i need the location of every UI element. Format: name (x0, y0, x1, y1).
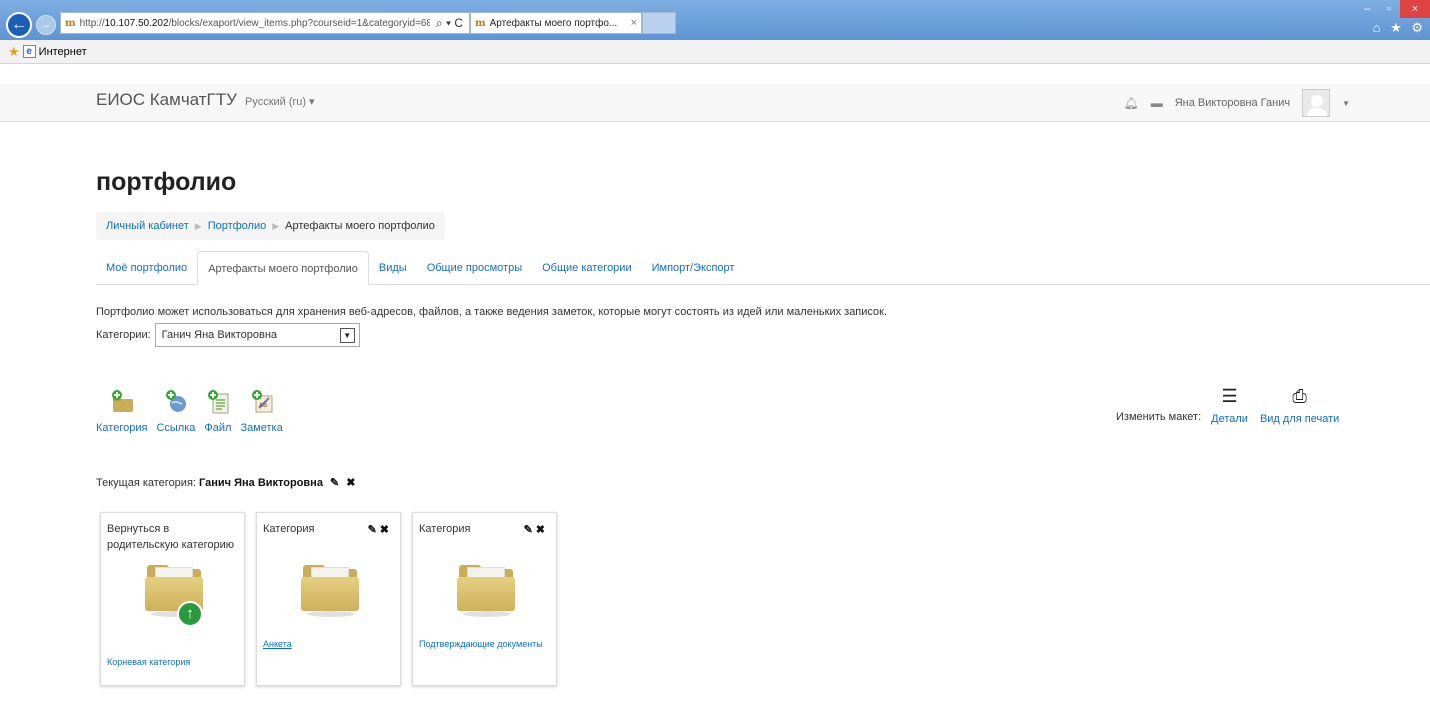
tab-shared-views[interactable]: Общие просмотры (417, 251, 532, 285)
breadcrumb-portfolio[interactable]: Портфолио (208, 220, 267, 232)
edit-pencil-icon[interactable]: ✎ (330, 477, 339, 489)
tab-my-portfolio[interactable]: Моё портфолио (96, 251, 197, 285)
current-category-label: Текущая категория: (96, 477, 196, 489)
add-file-button[interactable]: Файл (204, 388, 231, 434)
tab-shared-categories[interactable]: Общие категории (532, 251, 641, 285)
intro-text: Портфолио может использоваться для хране… (96, 306, 888, 318)
tab-close-icon[interactable]: × (627, 17, 637, 29)
user-menu-caret-icon[interactable]: ▼ (1342, 99, 1350, 108)
category-select-value: Ганич Яна Викторовна (161, 329, 278, 341)
chevron-down-icon[interactable]: ▼ (339, 327, 355, 343)
user-name[interactable]: Яна Викторовна Ганич (1175, 97, 1290, 109)
folder-icon (457, 565, 515, 617)
search-refresh-icons[interactable]: ⌕ ▾ C (430, 16, 469, 31)
add-category-button[interactable]: Категория (96, 388, 147, 434)
list-icon: ☰ (1221, 386, 1238, 406)
minimize-button[interactable]: – (1356, 0, 1378, 18)
close-window-button[interactable]: × (1400, 0, 1430, 18)
add-category-label: Категория (96, 422, 148, 434)
breadcrumb: Личный кабинет ▶ Портфолио ▶ Артефакты м… (96, 212, 445, 240)
favorites-star-icon[interactable]: ★ (8, 44, 20, 60)
svg-text:AB: AB (259, 402, 267, 409)
add-link-label: Ссылка (156, 422, 196, 434)
browser-tab-active[interactable]: m Артефакты моего портфо... × (470, 12, 642, 34)
add-link-icon (165, 390, 186, 412)
add-note-button[interactable]: AB Заметка (240, 388, 283, 434)
card-edit-delete-icons[interactable]: ✎✖ (368, 523, 392, 536)
printer-icon: ⎙ (1292, 386, 1307, 406)
category-cards: Вернуться в родительскую категорию ↑ Кор… (100, 512, 557, 686)
layout-caption: Изменить макет: (1116, 411, 1202, 423)
folder-icon (301, 565, 359, 617)
favorites-item-internet[interactable]: Интернет (39, 46, 87, 58)
add-actions: Категория Ссылка Файл AB Заметка (96, 388, 292, 434)
ie-page-icon: e (22, 45, 36, 58)
site-brand[interactable]: ЕИОС КамчатГТУ (96, 90, 237, 110)
tab-artefacts[interactable]: Артефакты моего портфолио (197, 251, 369, 285)
print-view-label: Вид для печати (1259, 413, 1340, 425)
maximize-button[interactable]: ▫ (1378, 0, 1400, 18)
card-category-anketa[interactable]: Категория ✎✖ Анкета (256, 512, 401, 686)
current-category-name: Ганич Яна Викторовна (199, 477, 323, 489)
print-view-button[interactable]: ⎙ Вид для печати (1260, 385, 1339, 425)
add-link-button[interactable]: Ссылка (156, 388, 195, 434)
portfolio-tabs: Моё портфолио Артефакты моего портфолио … (96, 251, 1430, 285)
layout-switcher: Изменить макет: ☰ Детали ⎙ Вид для печат… (1116, 385, 1351, 425)
categories-label: Категории: (96, 329, 151, 341)
card-link-documents[interactable]: Подтверждающие документы (419, 639, 543, 649)
url-text: http://10.107.50.202/blocks/exaport/view… (79, 17, 430, 29)
new-tab-button[interactable] (642, 12, 676, 34)
breadcrumb-dashboard[interactable]: Личный кабинет (106, 220, 189, 232)
card-link-root[interactable]: Корневая категория (107, 657, 190, 667)
favorites-bar: ★ e Интернет (0, 40, 1430, 64)
add-note-label: Заметка (240, 422, 283, 434)
tab-views[interactable]: Виды (369, 251, 417, 285)
category-select[interactable]: Ганич Яна Викторовна ▼ (154, 323, 360, 347)
messages-icon[interactable]: ▬ (1151, 96, 1163, 110)
delete-x-icon[interactable]: ✖ (346, 477, 355, 489)
tab-import-export[interactable]: Импорт/Экспорт (642, 251, 745, 285)
category-selector-row: Категории: Ганич Яна Викторовна ▼ (96, 323, 360, 347)
card-title: Вернуться в родительскую категорию (107, 523, 234, 551)
details-label: Детали (1211, 413, 1248, 425)
add-note-icon: AB (251, 390, 273, 413)
user-nav: 🔔︎ ▬ Яна Викторовна Ганич ▼ (1123, 89, 1350, 117)
window-controls: – ▫ × (1356, 0, 1430, 18)
arrow-up-icon: ↑ (177, 601, 203, 627)
card-parent-category[interactable]: Вернуться в родительскую категорию ↑ Кор… (100, 512, 245, 686)
language-menu[interactable]: Русский (ru) ▾ (245, 95, 315, 108)
card-link-anketa[interactable]: Анкета (263, 639, 292, 649)
current-category: Текущая категория: Ганич Яна Викторовна … (96, 476, 356, 489)
top-navbar: ЕИОС КамчатГТУ Русский (ru) ▾ 🔔︎ ▬ Яна В… (0, 84, 1430, 122)
add-file-label: Файл (204, 422, 232, 434)
home-favorites-settings-icons[interactable]: ⌂ ★ ⚙ (1373, 20, 1426, 36)
card-edit-delete-icons[interactable]: ✎✖ (524, 523, 548, 536)
breadcrumb-separator-icon: ▶ (272, 220, 280, 231)
back-button[interactable]: ← (6, 12, 32, 38)
avatar[interactable] (1302, 89, 1331, 117)
card-category-documents[interactable]: Категория ✎✖ Подтверждающие документы (412, 512, 557, 686)
tab-title: Артефакты моего портфо... (489, 17, 618, 29)
forward-button[interactable]: → (36, 15, 56, 35)
moodle-favicon-icon: m (65, 17, 76, 29)
address-bar[interactable]: m http://10.107.50.202/blocks/exaport/vi… (60, 12, 470, 34)
tab-favicon-icon: m (475, 17, 486, 29)
breadcrumb-separator-icon: ▶ (194, 220, 202, 231)
page-title: портфолио (96, 168, 237, 196)
add-file-icon (207, 390, 229, 414)
browser-titlebar: – ▫ × ← → m http://10.107.50.202/blocks/… (0, 0, 1430, 40)
details-layout-button[interactable]: ☰ Детали (1211, 385, 1248, 425)
notification-bell-icon[interactable]: 🔔︎ (1123, 96, 1138, 110)
breadcrumb-current: Артефакты моего портфолио (285, 220, 435, 232)
add-folder-icon (111, 390, 133, 412)
